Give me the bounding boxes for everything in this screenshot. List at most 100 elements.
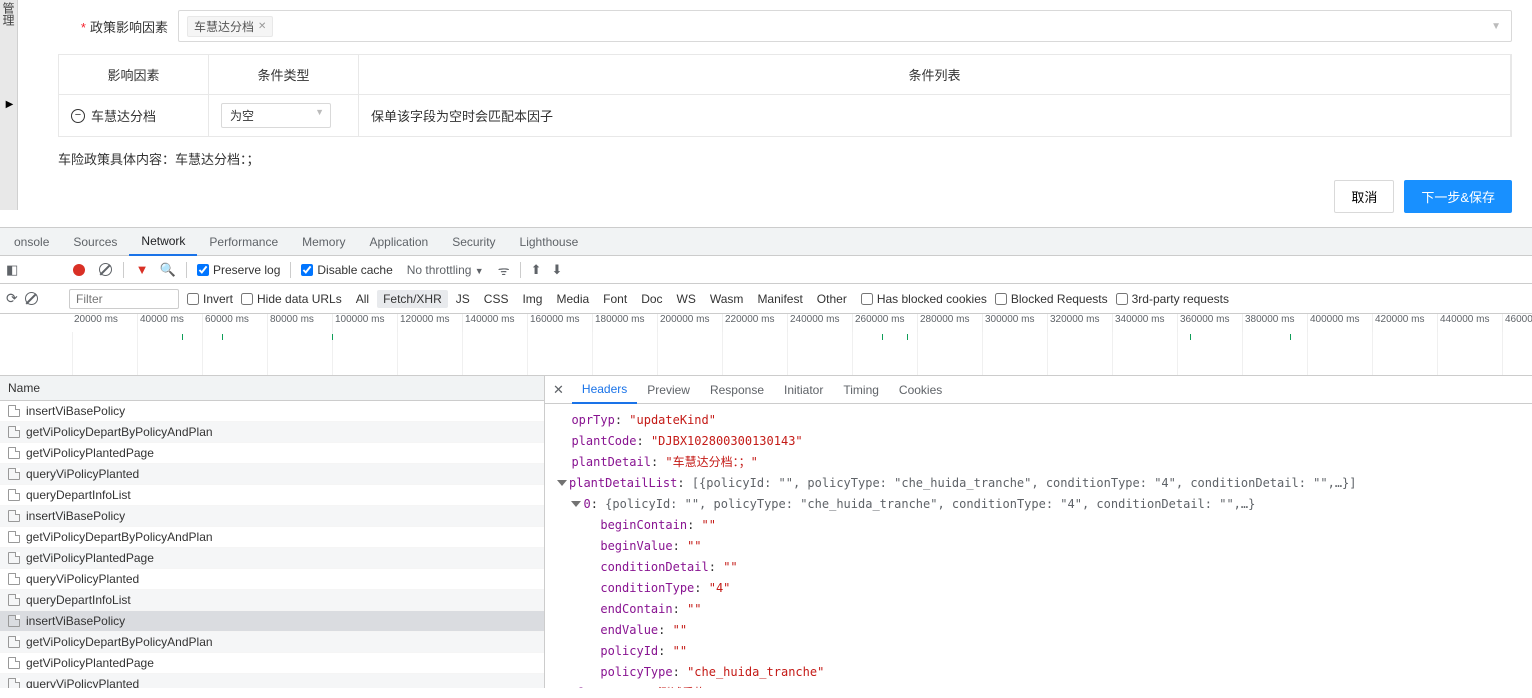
filter-type-ws[interactable]: WS [671, 290, 702, 308]
detail-tab-preview[interactable]: Preview [637, 376, 700, 404]
disable-cache-checkbox[interactable]: Disable cache [301, 263, 392, 277]
filter-type-js[interactable]: JS [450, 290, 476, 308]
throttling-select[interactable]: No throttling ▼ [403, 263, 488, 277]
request-name: queryViPolicyPlanted [26, 677, 139, 688]
filter-type-img[interactable]: Img [516, 290, 548, 308]
devtools-tab-memory[interactable]: Memory [290, 228, 357, 256]
wifi-icon[interactable]: ᯤ [498, 261, 510, 279]
download-icon[interactable]: ⬇ [552, 262, 563, 278]
detail-tab-headers[interactable]: Headers [572, 376, 637, 404]
timeline[interactable]: 20000 ms40000 ms60000 ms80000 ms100000 m… [0, 314, 1532, 376]
request-name: getViPolicyDepartByPolicyAndPlan [26, 635, 213, 649]
filter-type-font[interactable]: Font [597, 290, 633, 308]
timeline-tick: 100000 ms [332, 314, 397, 332]
chevron-down-icon: ▼ [315, 107, 324, 117]
detail-tab-response[interactable]: Response [700, 376, 774, 404]
clear-icon[interactable] [97, 262, 113, 278]
detail-tab-initiator[interactable]: Initiator [774, 376, 833, 404]
request-row[interactable]: getViPolicyDepartByPolicyAndPlan [0, 527, 544, 548]
invert-checkbox[interactable]: Invert [187, 292, 233, 306]
next-save-button[interactable]: 下一步&保存 [1404, 180, 1512, 213]
filter-input[interactable] [69, 289, 179, 309]
request-row[interactable]: queryDepartInfoList [0, 590, 544, 611]
search-icon[interactable]: 🔍 [160, 262, 176, 278]
file-icon [8, 552, 20, 564]
request-row[interactable]: getViPolicyPlantedPage [0, 443, 544, 464]
timeline-tick: 120000 ms [397, 314, 462, 332]
file-icon [8, 531, 20, 543]
timeline-tick: 46000 [1502, 314, 1532, 332]
remove-row-icon[interactable]: − [71, 109, 85, 123]
reload-icon[interactable]: ⟳ [6, 290, 18, 307]
devtools-tab-onsole[interactable]: onsole [2, 228, 61, 256]
timeline-tick: 140000 ms [462, 314, 527, 332]
blocked-req-checkbox[interactable]: Blocked Requests [995, 292, 1108, 306]
devtools-toolbar: ◧ ▼ 🔍 Preserve log Disable cache No thro… [0, 256, 1532, 284]
devtools-tab-application[interactable]: Application [357, 228, 440, 256]
upload-icon[interactable]: ⬆ [531, 262, 542, 278]
detail-tab-cookies[interactable]: Cookies [889, 376, 952, 404]
chip-remove-icon[interactable]: ✕ [258, 21, 266, 32]
tag-chip[interactable]: 车慧达分档 ✕ [187, 16, 273, 37]
devtools-tab-sources[interactable]: Sources [61, 228, 129, 256]
detail-tab-timing[interactable]: Timing [833, 376, 889, 404]
request-row[interactable]: getViPolicyPlantedPage [0, 548, 544, 569]
request-row[interactable]: queryViPolicyPlanted [0, 569, 544, 590]
timeline-tick: 240000 ms [787, 314, 852, 332]
th-cond-type: 条件类型 [209, 55, 359, 94]
devtools-tab-performance[interactable]: Performance [197, 228, 290, 256]
request-row[interactable]: insertViBasePolicy [0, 611, 544, 632]
filter-type-manifest[interactable]: Manifest [751, 290, 808, 308]
cancel-button[interactable]: 取消 [1334, 180, 1394, 213]
close-detail-icon[interactable]: ✕ [545, 382, 572, 398]
request-name: insertViBasePolicy [26, 509, 125, 523]
timeline-tick: 360000 ms [1177, 314, 1242, 332]
table-row: − 车慧达分档 为空 ▼ 保单该字段为空时会匹配本因子 [59, 94, 1511, 136]
file-icon [8, 468, 20, 480]
third-party-checkbox[interactable]: 3rd-party requests [1116, 292, 1229, 306]
request-row[interactable]: insertViBasePolicy [0, 506, 544, 527]
devtools-tabs: onsoleSourcesNetworkPerformanceMemoryApp… [0, 228, 1532, 256]
timeline-tick: 60000 ms [202, 314, 267, 332]
request-row[interactable]: queryViPolicyPlanted [0, 674, 544, 688]
filter-icon[interactable]: ▼ [134, 262, 150, 278]
policy-factor-select[interactable]: 车慧达分档 ✕ ▼ [178, 10, 1512, 42]
timeline-tick: 340000 ms [1112, 314, 1177, 332]
request-row[interactable]: getViPolicyDepartByPolicyAndPlan [0, 632, 544, 653]
filter-type-all[interactable]: All [350, 290, 375, 308]
file-icon [8, 678, 20, 688]
request-name: getViPolicyDepartByPolicyAndPlan [26, 425, 213, 439]
request-row[interactable]: getViPolicyPlantedPage [0, 653, 544, 674]
devtools-tab-lighthouse[interactable]: Lighthouse [508, 228, 591, 256]
file-icon [8, 573, 20, 585]
timeline-tick: 220000 ms [722, 314, 787, 332]
filter-type-media[interactable]: Media [550, 290, 595, 308]
devtools-tab-security[interactable]: Security [440, 228, 507, 256]
devtools-tab-network[interactable]: Network [129, 228, 197, 256]
filter-type-other[interactable]: Other [811, 290, 853, 308]
request-name: getViPolicyPlantedPage [26, 656, 154, 670]
record-icon[interactable] [71, 262, 87, 278]
request-row[interactable]: queryDepartInfoList [0, 485, 544, 506]
name-column-header[interactable]: Name [0, 376, 544, 401]
cond-type-select[interactable]: 为空 ▼ [221, 103, 331, 128]
filter-type-doc[interactable]: Doc [635, 290, 668, 308]
collapse-arrow-icon[interactable]: ▶ [4, 99, 15, 110]
timeline-tick: 40000 ms [137, 314, 202, 332]
clear2-icon[interactable] [24, 291, 40, 307]
request-row[interactable]: queryViPolicyPlanted [0, 464, 544, 485]
inspect-icon[interactable]: ◧ [6, 262, 18, 278]
request-row[interactable]: insertViBasePolicy [0, 401, 544, 422]
filter-type-css[interactable]: CSS [478, 290, 515, 308]
filter-type-fetch-xhr[interactable]: Fetch/XHR [377, 290, 448, 308]
preserve-log-checkbox[interactable]: Preserve log [197, 263, 280, 277]
file-icon [8, 615, 20, 627]
has-blocked-checkbox[interactable]: Has blocked cookies [861, 292, 987, 306]
hide-data-checkbox[interactable]: Hide data URLs [241, 292, 342, 306]
request-row[interactable]: getViPolicyDepartByPolicyAndPlan [0, 422, 544, 443]
timeline-tick: 20000 ms [72, 314, 137, 332]
timeline-tick: 280000 ms [917, 314, 982, 332]
request-name: queryDepartInfoList [26, 488, 131, 502]
json-preview[interactable]: oprTyp: "updateKind" plantCode: "DJBX102… [545, 404, 1532, 688]
filter-type-wasm[interactable]: Wasm [704, 290, 750, 308]
